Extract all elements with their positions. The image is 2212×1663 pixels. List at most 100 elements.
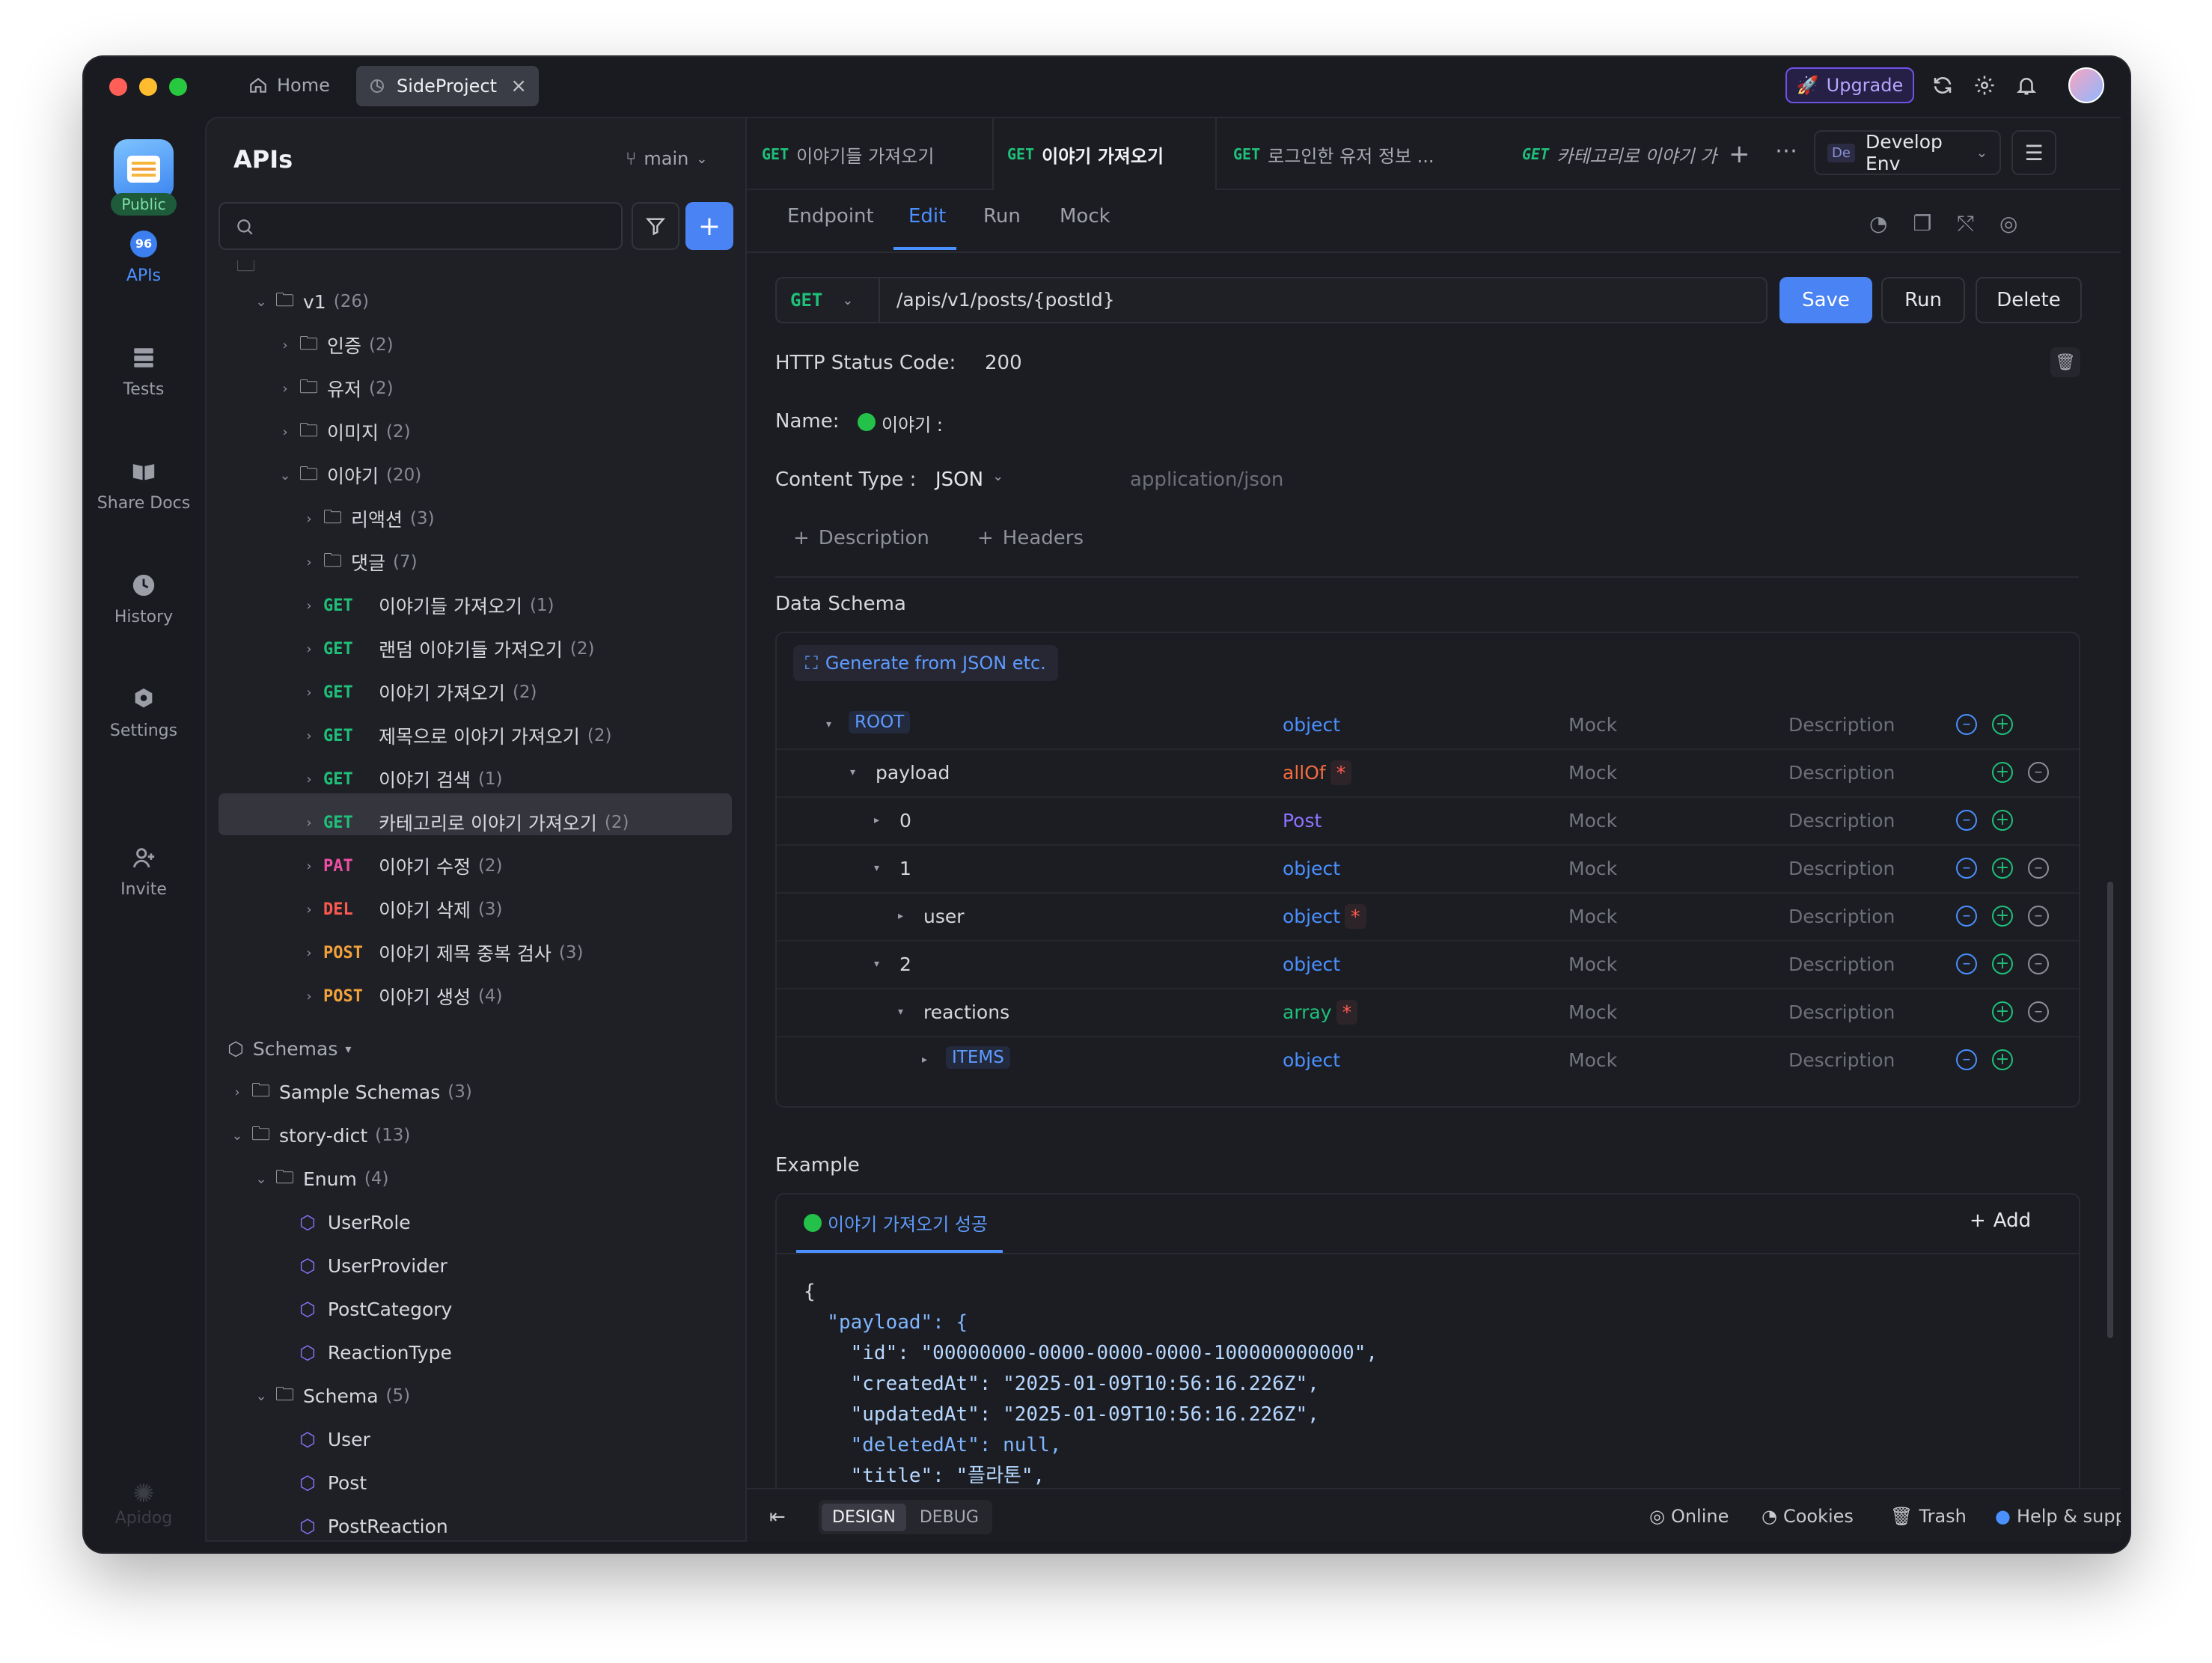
tree-folder-story[interactable]: ⌄ 🗀 이야기 (20) [275,457,421,494]
schema-field-mock[interactable]: Mock [1568,714,1617,736]
schema-field-desc[interactable]: Description [1788,1049,1895,1071]
tree-schema-item[interactable]: ⬡ UserProvider [299,1247,447,1284]
schema-field-desc[interactable]: Description [1788,810,1895,832]
tree-endpoint[interactable]: › PAT 이야기 수정 (2) [299,847,502,885]
collapse-icon[interactable]: – [1956,906,1977,927]
tree-endpoint[interactable]: › GET 카테고리로 이야기 가져오기 (2) [299,804,629,841]
schema-field-type[interactable]: array * [1283,1000,1358,1025]
tree-endpoint[interactable]: › GET 제목으로 이야기 가져오기 (2) [299,717,611,754]
schema-field-type[interactable]: object * [1283,904,1366,929]
rail-item-tests[interactable]: Tests [84,343,204,399]
rail-item-settings[interactable]: Settings [84,684,204,740]
collapse-icon[interactable]: – [1956,858,1977,879]
new-tab-icon[interactable]: + [1729,139,1750,169]
schemas-header[interactable]: ⬡ Schemas ▾ [227,1030,351,1067]
schema-field-type[interactable]: object [1283,1049,1340,1071]
tab-home[interactable]: Home [239,66,339,105]
remove-icon[interactable]: – [2028,1001,2049,1022]
tree-schema-item[interactable]: ⬡ ReactionType [299,1334,452,1371]
trash-button[interactable]: 🗑 Trash [1890,1506,1967,1527]
gear-icon[interactable] [1970,70,1999,100]
remove-icon[interactable]: – [2028,762,2049,783]
tab-edit[interactable]: Edit [908,205,946,228]
schema-field-type[interactable]: object [1283,714,1340,736]
tree-endpoint-selected[interactable]: › GET 이야기 가져오기 (2) [299,674,537,711]
tree-endpoint[interactable]: › DEL 이야기 삭제 (3) [299,891,502,928]
schema-field-type[interactable]: Post [1283,810,1322,832]
add-headers-link[interactable]: + Headers [977,527,1084,549]
design-mode-button[interactable]: DESIGN [822,1503,906,1531]
menu-button[interactable]: ☰ [2011,130,2056,175]
collapse-sidebar-icon[interactable]: ⇤ [769,1506,786,1528]
schema-field-mock[interactable]: Mock [1568,1001,1617,1023]
add-child-icon[interactable]: + [1992,810,2013,831]
schema-field-mock[interactable]: Mock [1568,810,1617,832]
generate-from-json-button[interactable]: ⛶ Generate from JSON etc. [793,645,1058,681]
tree-schema-item[interactable]: ⬡ PostReaction [299,1507,448,1540]
tree-folder-schema[interactable]: ⌄ 🗀 Schema (5) [251,1377,410,1415]
debug-mode-button[interactable]: DEBUG [909,1504,989,1531]
settings-icon[interactable]: ◎ [1999,211,2017,237]
schema-field-mock[interactable]: Mock [1568,953,1617,975]
collapse-icon[interactable]: – [1956,714,1977,735]
schema-field-desc[interactable]: Description [1788,858,1895,879]
schema-field-type[interactable]: allOf * [1283,760,1352,785]
tab-sideproject[interactable]: SideProject × [356,66,539,106]
search-input[interactable] [219,202,623,250]
avatar[interactable] [2068,67,2104,103]
schema-row[interactable]: ▾ 1 object Mock Description – + – [777,846,2079,894]
close-window-button[interactable] [109,78,127,96]
tree-schema-item[interactable]: ⬡ Post [299,1464,367,1501]
schema-row[interactable]: ▸ ITEMS object Mock Description – + [777,1037,2079,1085]
project-logo[interactable] [114,139,174,199]
method-select[interactable]: GET ⌄ [777,278,880,322]
add-example-button[interactable]: + Add [1970,1209,2031,1232]
example-code[interactable]: { "payload": { "id": "00000000-0000-0000… [804,1277,1378,1492]
upgrade-button[interactable]: 🚀 Upgrade [1785,67,1914,103]
collapse-icon[interactable]: – [1956,810,1977,831]
schema-field-desc[interactable]: Description [1788,714,1895,736]
tab-mock[interactable]: Mock [1060,205,1110,228]
schema-field-desc[interactable]: Description [1788,906,1895,927]
add-button[interactable]: + [685,202,733,250]
cookies-button[interactable]: ◔ Cookies [1762,1506,1854,1527]
tree-endpoint[interactable]: › GET 랜덤 이야기들 가져오기 (2) [299,630,594,668]
collapse-icon[interactable]: – [1956,1049,1977,1070]
request-tab[interactable]: GET 이야기들 가져오기 [762,118,986,190]
branch-selector[interactable]: ⑂ main ⌄ [626,148,707,169]
request-tab-active[interactable]: GET 이야기 가져오기 [992,118,1217,190]
run-button[interactable]: Run [1881,277,1965,323]
tree-folder-enum[interactable]: ⌄ 🗀 Enum (4) [251,1160,388,1197]
remove-icon[interactable]: – [2028,953,2049,974]
url-input[interactable]: /apis/v1/posts/{postId} [896,289,1115,311]
request-tab[interactable]: GET 카테고리로 이야기 가 [1522,118,1724,190]
maximize-window-button[interactable] [169,78,187,96]
schema-row[interactable]: ▾ payload allOf * Mock Description + – [777,750,2079,798]
schema-field-type[interactable]: object [1283,858,1340,879]
schema-field-desc[interactable]: Description [1788,1001,1895,1023]
scrollbar[interactable] [2107,882,2113,1338]
tree-folder-reaction[interactable]: › 🗀 리액션 (3) [299,500,434,537]
tab-run[interactable]: Run [983,205,1021,228]
pie-chart-icon[interactable]: ◔ [1869,211,1887,237]
content-type-select[interactable]: JSON ⌄ [935,469,1003,491]
save-button[interactable]: Save [1779,277,1872,323]
tree-folder-sample-schemas[interactable]: › 🗀 Sample Schemas (3) [227,1073,471,1111]
share-icon[interactable]: ⤲ [1958,211,1974,237]
rail-item-apis[interactable]: 96 APIs [84,229,204,285]
environment-selector[interactable]: De Develop Env ⌄ [1814,130,2001,175]
status-code-value[interactable]: 200 [985,352,1022,374]
schema-field-mock[interactable]: Mock [1568,906,1617,927]
remove-icon[interactable]: – [2028,858,2049,879]
add-child-icon[interactable]: + [1992,858,2013,879]
tree-schema-item[interactable]: ⬡ UserRole [299,1203,411,1241]
tree-endpoint[interactable]: › POST 이야기 제목 중복 검사 (3) [299,934,583,971]
add-child-icon[interactable]: + [1992,714,2013,735]
close-tab-icon[interactable]: × [510,75,527,97]
filter-button[interactable] [632,202,679,250]
schema-field-desc[interactable]: Description [1788,762,1895,784]
tree-folder-v1[interactable]: ⌄ 🗀 v1 (26) [251,283,368,320]
more-icon[interactable]: ⋯ [1775,138,1797,164]
trash-icon[interactable]: 🗑 [2050,347,2080,377]
rail-item-invite[interactable]: Invite [84,843,204,899]
